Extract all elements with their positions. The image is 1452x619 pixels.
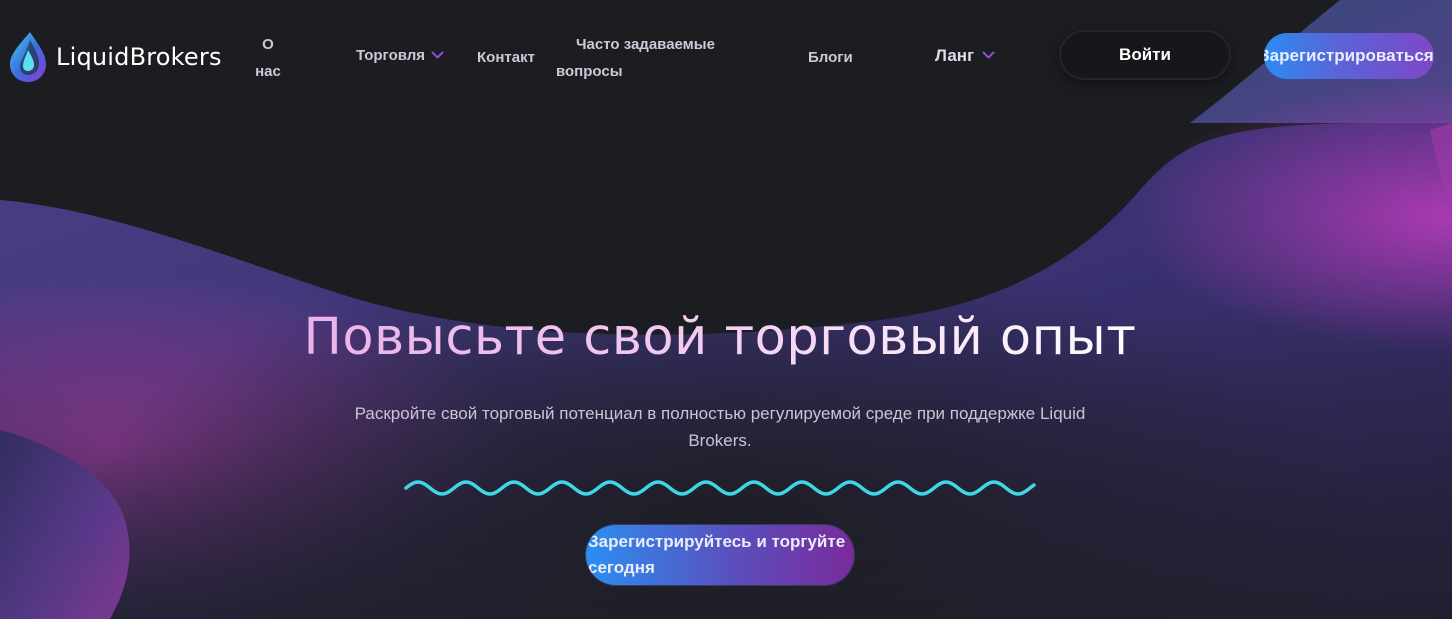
- nav-faq-line1: Часто задаваемые: [576, 36, 715, 53]
- cta-register-button[interactable]: Зарегистрируйтесь и торгуйте сегодня: [586, 525, 854, 585]
- nav-faq[interactable]: Часто задаваемые вопросы: [556, 31, 726, 85]
- chevron-down-icon: [431, 51, 444, 59]
- nav-trading[interactable]: Торговля: [356, 42, 444, 69]
- language-selector[interactable]: Ланг: [935, 42, 995, 69]
- register-button[interactable]: Зарегистрироваться: [1264, 33, 1434, 79]
- hero-subtitle: Раскройте свой торговый потенциал в полн…: [354, 404, 1086, 450]
- brand-name: LiquidBrokers: [56, 43, 222, 71]
- hero-title: Повысьте свой торговый опыт: [0, 308, 1440, 367]
- nav-blogs[interactable]: Блоги: [808, 44, 853, 71]
- nav-trading-label: Торговля: [356, 47, 426, 64]
- cta-register-label: Зарегистрируйтесь и торгуйте сегодня: [588, 532, 846, 577]
- droplet-logo-icon: [10, 32, 46, 82]
- nav-contact[interactable]: Контакт: [477, 44, 535, 71]
- register-button-label: Зарегистрироваться: [1264, 46, 1434, 65]
- nav-faq-line2: вопросы: [556, 63, 623, 80]
- brand-logo[interactable]: LiquidBrokers: [8, 30, 222, 84]
- site-header: LiquidBrokers О нас Торговля Контакт Час…: [0, 0, 1452, 115]
- nav-about[interactable]: О нас: [252, 31, 284, 85]
- login-button[interactable]: Войти: [1061, 32, 1229, 78]
- chevron-down-icon: [982, 51, 995, 59]
- language-label: Ланг: [935, 46, 975, 65]
- wave-divider: [404, 480, 1036, 496]
